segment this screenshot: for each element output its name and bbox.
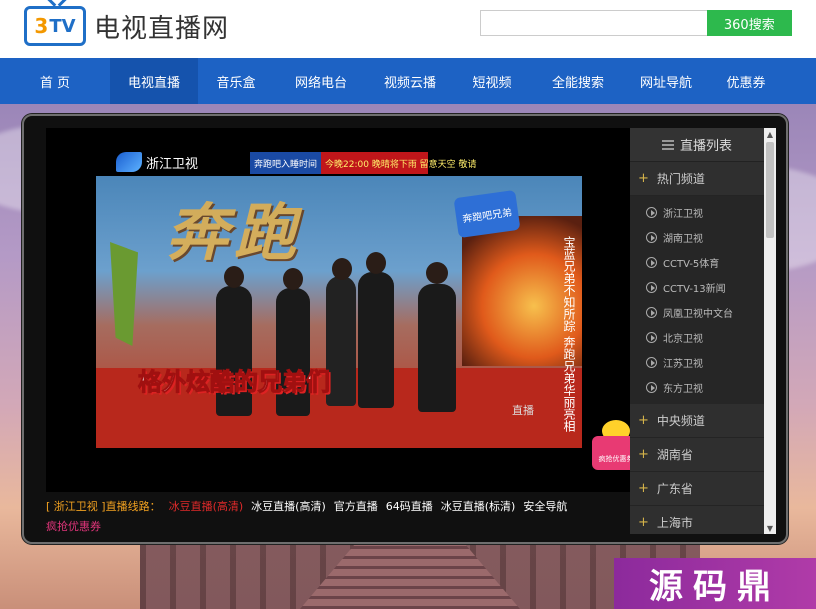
watermark-text: 源码鼎 xyxy=(649,567,781,607)
channel-item[interactable]: 东方卫视 xyxy=(630,375,764,400)
scroll-up-icon[interactable]: ▲ xyxy=(764,128,776,140)
stream-lines-bar: [ 浙江卫视 ]直播线路： 冰豆直播(高清) 冰豆直播(高清) 官方直播 64码… xyxy=(46,496,630,516)
nav-all-search[interactable]: 全能搜索 xyxy=(532,58,624,104)
group-label: 热门频道 xyxy=(656,172,705,186)
stream-line-link[interactable]: 冰豆直播(标清) xyxy=(441,498,516,514)
banner-right: 今晚22:00 晚晴将下雨 留意天空 敬请 xyxy=(325,159,477,170)
stream-line-link[interactable]: 官方直播 xyxy=(334,498,378,514)
site-header: 3 TV 电视直播网 360搜索 xyxy=(0,0,816,58)
scroll-thumb[interactable] xyxy=(766,142,774,238)
play-icon xyxy=(646,332,657,343)
list-icon xyxy=(661,139,674,150)
broadcast-banner: 奔跑吧入睡时间 今晚22:00 晚晴将下雨 留意天空 敬请 xyxy=(250,152,477,174)
site-name: 电视直播网 xyxy=(94,13,230,44)
nav-short-video[interactable]: 短视频 xyxy=(452,58,532,104)
safe-nav-link[interactable]: 安全导航 xyxy=(523,498,567,514)
video-caption: 格外炫酷的兄弟们 xyxy=(138,368,331,397)
zhejiang-tv-icon xyxy=(116,152,142,172)
channel-item[interactable]: 北京卫视 xyxy=(630,325,764,350)
search-box: 360搜索 xyxy=(480,10,792,36)
channel-logo: 浙江卫视 xyxy=(116,150,226,174)
plus-icon: + xyxy=(638,447,649,462)
play-icon xyxy=(646,382,657,393)
group-label: 湖南省 xyxy=(656,448,693,462)
group-hunan[interactable]: + 湖南省 xyxy=(630,438,764,472)
nav-tv-live[interactable]: 电视直播 xyxy=(110,58,198,104)
scroll-down-icon[interactable]: ▼ xyxy=(764,522,776,534)
channel-list-header: 直播列表 xyxy=(630,128,764,162)
stream-line-link[interactable]: 冰豆直播(高清) xyxy=(251,498,326,514)
stream-line-link[interactable]: 冰豆直播(高清) xyxy=(169,498,244,514)
plus-icon: + xyxy=(638,171,649,186)
nav-url-guide[interactable]: 网址导航 xyxy=(624,58,708,104)
channel-label: 江苏卫视 xyxy=(663,359,703,370)
play-icon xyxy=(646,232,657,243)
group-shanghai[interactable]: + 上海市 xyxy=(630,506,764,534)
stream-lines-label: [ 浙江卫视 ]直播线路： xyxy=(46,500,161,513)
group-label: 上海市 xyxy=(656,516,693,530)
plus-icon: + xyxy=(638,515,649,530)
coupon-link[interactable]: 疯抢优惠券 xyxy=(46,518,101,534)
group-cctv[interactable]: + 中央频道 xyxy=(630,404,764,438)
search-button[interactable]: 360搜索 xyxy=(706,10,792,36)
video-frame: 奔跑 奔跑吧兄弟 宝蓝兄弟不知所踪 奔跑兄弟华丽亮相 格外炫酷的兄弟们 直播 xyxy=(96,176,582,448)
channel-label: 东方卫视 xyxy=(663,384,703,395)
channel-label: 凤凰卫视中文台 xyxy=(663,309,733,320)
nav-video-cloud[interactable]: 视频云播 xyxy=(368,58,452,104)
channel-label: 北京卫视 xyxy=(663,334,703,345)
nav-net-radio[interactable]: 网络电台 xyxy=(274,58,368,104)
channel-items: 浙江卫视 湖南卫视 CCTV-5体育 CCTV-13新闻 凤凰卫视中文台 北京卫… xyxy=(630,196,764,404)
stream-line-link[interactable]: 64码直播 xyxy=(386,498,433,514)
nav-coupons[interactable]: 优惠券 xyxy=(708,58,784,104)
corner-tag: 直播 xyxy=(512,404,534,417)
channel-list-title: 直播列表 xyxy=(679,139,732,154)
play-icon xyxy=(646,307,657,318)
flag-graphic xyxy=(110,242,138,346)
channel-item[interactable]: CCTV-13新闻 xyxy=(630,275,764,300)
group-label: 广东省 xyxy=(656,482,693,496)
play-icon xyxy=(646,257,657,268)
channel-item[interactable]: 凤凰卫视中文台 xyxy=(630,300,764,325)
search-input[interactable] xyxy=(480,10,707,36)
channel-label: 浙江卫视 xyxy=(663,209,703,220)
plus-icon: + xyxy=(638,481,649,496)
nav-home[interactable]: 首 页 xyxy=(0,58,110,104)
logo-mark-number: 3 xyxy=(34,14,49,38)
banner-left: 奔跑吧入睡时间 xyxy=(250,152,322,174)
channel-item[interactable]: 江苏卫视 xyxy=(630,350,764,375)
nav-music-box[interactable]: 音乐盒 xyxy=(198,58,274,104)
group-hot[interactable]: + 热门频道 xyxy=(630,162,764,196)
main-nav: 首 页 电视直播 音乐盒 网络电台 视频云播 短视频 全能搜索 网址导航 优惠券 xyxy=(0,58,816,104)
channel-list-scrollbar[interactable]: ▲ ▼ xyxy=(764,128,776,534)
channel-label: 湖南卫视 xyxy=(663,234,703,245)
watermark: 源码鼎 xyxy=(614,558,816,609)
channel-item[interactable]: CCTV-5体育 xyxy=(630,250,764,275)
tv-logo-icon: 3 TV xyxy=(24,0,86,46)
logo-mark-tv: TV xyxy=(49,15,76,37)
video-player: 浙江卫视 奔跑吧入睡时间 今晚22:00 晚晴将下雨 留意天空 敬请 奔跑 奔跑… xyxy=(22,114,788,544)
play-icon xyxy=(646,282,657,293)
channel-logo-text: 浙江卫视 xyxy=(146,156,199,172)
channel-list: 直播列表 + 热门频道 浙江卫视 湖南卫视 CCTV-5体育 CCTV-13新闻… xyxy=(630,128,764,534)
video-area[interactable]: 浙江卫视 奔跑吧入睡时间 今晚22:00 晚晴将下雨 留意天空 敬请 奔跑 奔跑… xyxy=(46,128,640,492)
channel-item[interactable]: 湖南卫视 xyxy=(630,225,764,250)
group-label: 中央频道 xyxy=(656,414,705,428)
channel-item[interactable]: 浙江卫视 xyxy=(630,200,764,225)
channel-label: CCTV-13新闻 xyxy=(663,284,726,295)
play-icon xyxy=(646,357,657,368)
show-logo: 奔跑吧兄弟 xyxy=(453,189,521,239)
play-icon xyxy=(646,207,657,218)
show-big-title: 奔跑 xyxy=(166,196,303,269)
group-guangdong[interactable]: + 广东省 xyxy=(630,472,764,506)
channel-label: CCTV-5体育 xyxy=(663,259,720,270)
plus-icon: + xyxy=(638,413,649,428)
site-logo[interactable]: 3 TV 电视直播网 xyxy=(24,0,230,48)
